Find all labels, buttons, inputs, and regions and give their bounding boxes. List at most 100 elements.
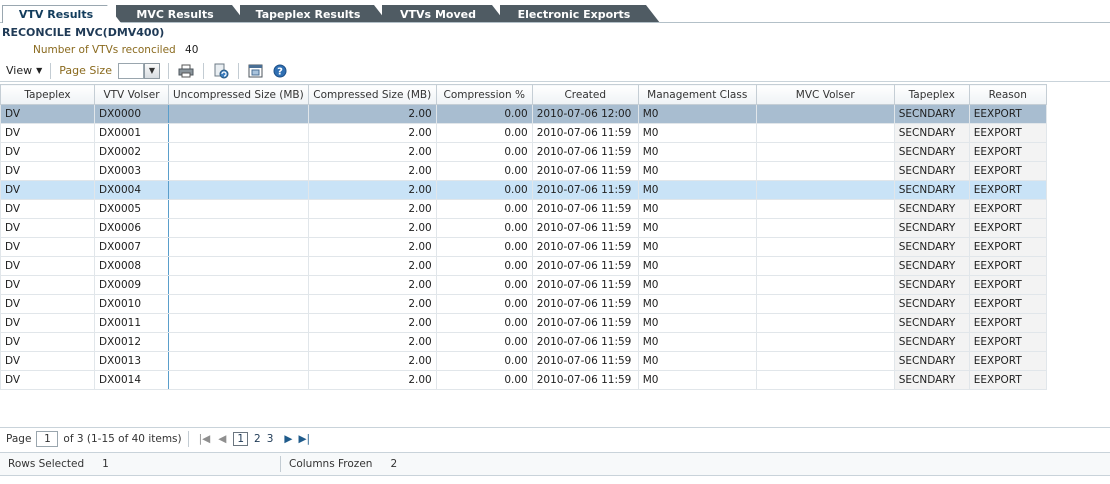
first-page-icon[interactable]: |◀ — [199, 433, 211, 445]
table-row[interactable]: DV DX0007 2.00 0.00 2010-07-06 11:59 M0 SECNDA… — [0, 237, 1047, 257]
table-cell: DX0003 — [94, 161, 169, 181]
table-cell: DV — [0, 104, 95, 124]
table-cell: DV — [0, 351, 95, 371]
refresh-icon[interactable] — [212, 62, 230, 80]
table-cell — [755, 294, 895, 314]
column-header[interactable]: Management Class — [637, 84, 757, 105]
status-bar: Rows Selected 1 Columns Frozen 2 — [0, 452, 1110, 476]
table-cell — [755, 313, 895, 333]
table-cell: M0 — [637, 161, 757, 181]
tab-mvc-results[interactable]: MVC Results — [116, 5, 246, 23]
previous-page-icon[interactable]: ◀ — [218, 433, 226, 445]
column-header[interactable]: Reason — [968, 84, 1047, 105]
column-header[interactable]: Tapeplex — [0, 84, 95, 105]
column-header[interactable]: Tapeplex — [893, 84, 970, 105]
column-header[interactable]: VTV Volser — [94, 84, 169, 105]
column-header[interactable]: Compression % — [435, 84, 533, 105]
table-cell — [755, 332, 895, 352]
table-cell: DX0006 — [94, 218, 169, 238]
table-cell: 2010-07-06 11:59 — [531, 332, 639, 352]
table-cell: DV — [0, 161, 95, 181]
page-size-input[interactable] — [117, 62, 144, 79]
rows-selected-label: Rows Selected — [8, 458, 85, 470]
reconciled-count: Number of VTVs reconciled 40 — [33, 44, 198, 56]
table-cell: 2010-07-06 11:59 — [531, 142, 639, 162]
table-row[interactable]: DV DX0001 2.00 0.00 2010-07-06 11:59 M0 SECNDA… — [0, 123, 1047, 143]
table-row[interactable]: DV DX0000 2.00 0.00 2010-07-06 12:00 M0 SECNDA… — [0, 104, 1047, 124]
table-cell: 2.00 — [307, 313, 437, 333]
table-cell: DV — [0, 123, 95, 143]
page-link-3[interactable]: 3 — [267, 433, 274, 445]
table-row[interactable]: DV DX0004 2.00 0.00 2010-07-06 11:59 M0 SECNDA… — [0, 180, 1047, 200]
table-cell: SECNDARY — [893, 104, 970, 124]
table-cell: 2.00 — [307, 370, 437, 390]
rows-selected-value: 1 — [102, 458, 109, 470]
column-header[interactable]: MVC Volser — [755, 84, 895, 105]
tab-vtv-results[interactable]: VTV Results — [2, 5, 121, 23]
table-cell: DV — [0, 256, 95, 276]
table-cell: SECNDARY — [893, 313, 970, 333]
tab-electronic-exports[interactable]: Electronic Exports — [500, 5, 660, 23]
page-size-label: Page Size — [59, 64, 112, 77]
table-cell: 0.00 — [435, 294, 533, 314]
table-cell: 2.00 — [307, 142, 437, 162]
column-header[interactable]: Uncompressed Size (MB) — [168, 84, 309, 105]
table-row[interactable]: DV DX0002 2.00 0.00 2010-07-06 11:59 M0 SECNDA… — [0, 142, 1047, 162]
table-row[interactable]: DV DX0014 2.00 0.00 2010-07-06 11:59 M0 SECNDA… — [0, 370, 1047, 390]
table-cell: DX0010 — [94, 294, 169, 314]
view-menu[interactable]: View ▼ — [6, 64, 42, 77]
table-row[interactable]: DV DX0012 2.00 0.00 2010-07-06 11:59 M0 SECNDA… — [0, 332, 1047, 352]
table-cell: DV — [0, 218, 95, 238]
table-cell: DX0007 — [94, 237, 169, 257]
table-cell — [755, 104, 895, 124]
page-link-1[interactable]: 1 — [233, 432, 248, 446]
table-cell: 2010-07-06 11:59 — [531, 199, 639, 219]
table-cell: M0 — [637, 256, 757, 276]
table-cell: EEXPORT — [968, 161, 1047, 181]
table-cell: 2.00 — [307, 104, 437, 124]
table-cell — [755, 351, 895, 371]
table-row[interactable]: DV DX0011 2.00 0.00 2010-07-06 11:59 M0 SECNDA… — [0, 313, 1047, 333]
table-cell: DX0001 — [94, 123, 169, 143]
columns-frozen: Columns Frozen 2 — [281, 453, 405, 475]
table-row[interactable]: DV DX0009 2.00 0.00 2010-07-06 11:59 M0 SECNDA… — [0, 275, 1047, 295]
table-cell: DV — [0, 332, 95, 352]
table-cell: EEXPORT — [968, 123, 1047, 143]
column-header[interactable]: Created — [531, 84, 639, 105]
table-cell — [168, 294, 309, 314]
page-size-dropdown[interactable]: ▼ — [143, 62, 160, 79]
tab-vtvs-moved[interactable]: VTVs Moved — [382, 5, 506, 23]
table-cell: 2.00 — [307, 218, 437, 238]
table-cell — [168, 370, 309, 390]
tab-bar: VTV Results MVC Results Tapeplex Results… — [0, 0, 1110, 21]
table-cell: DX0008 — [94, 256, 169, 276]
table-cell: EEXPORT — [968, 199, 1047, 219]
table-cell: SECNDARY — [893, 275, 970, 295]
table-cell: M0 — [637, 294, 757, 314]
current-page-input[interactable]: 1 — [36, 431, 59, 447]
column-header[interactable]: Compressed Size (MB) — [307, 84, 437, 105]
detach-icon[interactable] — [247, 62, 265, 80]
table-cell: 0.00 — [435, 275, 533, 295]
page-link-2[interactable]: 2 — [254, 433, 261, 445]
svg-text:?: ? — [277, 66, 283, 77]
table-row[interactable]: DV DX0006 2.00 0.00 2010-07-06 11:59 M0 SECNDA… — [0, 218, 1047, 238]
next-page-icon[interactable]: ▶ — [284, 433, 292, 445]
table-cell: EEXPORT — [968, 351, 1047, 371]
table-row[interactable]: DV DX0008 2.00 0.00 2010-07-06 11:59 M0 SECNDA… — [0, 256, 1047, 276]
table-row[interactable]: DV DX0010 2.00 0.00 2010-07-06 11:59 M0 SECNDA… — [0, 294, 1047, 314]
table-cell: M0 — [637, 275, 757, 295]
print-icon[interactable] — [177, 62, 195, 80]
table-cell: DX0012 — [94, 332, 169, 352]
panel-title: RECONCILE MVC(DMV400) — [2, 26, 165, 39]
toolbar-separator — [202, 62, 204, 79]
help-icon[interactable]: ? — [271, 62, 289, 80]
tab-underline — [0, 22, 1110, 23]
table-row[interactable]: DV DX0013 2.00 0.00 2010-07-06 11:59 M0 SECNDA… — [0, 351, 1047, 371]
table-row[interactable]: DV DX0003 2.00 0.00 2010-07-06 11:59 M0 SECNDA… — [0, 161, 1047, 181]
last-page-icon[interactable]: ▶| — [298, 433, 310, 445]
table-cell: SECNDARY — [893, 180, 970, 200]
toolbar-separator — [167, 62, 169, 79]
table-row[interactable]: DV DX0005 2.00 0.00 2010-07-06 11:59 M0 SECNDA… — [0, 199, 1047, 219]
tab-tapeplex-results[interactable]: Tapeplex Results — [240, 5, 388, 23]
